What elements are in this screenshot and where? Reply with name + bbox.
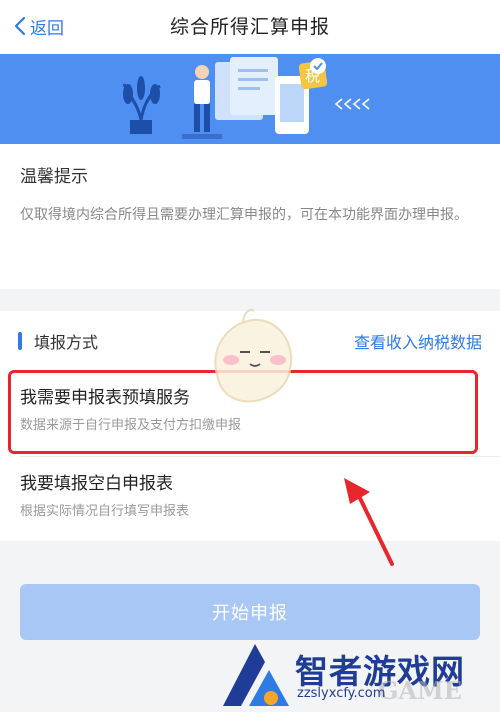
- tax-badge-icon: 税: [298, 58, 328, 90]
- divider: [20, 456, 500, 457]
- chevron-arrows-icon: [334, 98, 370, 110]
- section-accent-bar: [18, 332, 22, 350]
- banner-illustration: 税: [0, 54, 500, 144]
- banner-art: 税: [122, 57, 370, 139]
- start-filing-button[interactable]: 开始申报: [20, 584, 480, 640]
- mascot-sticker-icon: [214, 309, 293, 403]
- watermark-logo-icon: [223, 644, 289, 706]
- document-stack-icon: [215, 57, 278, 120]
- watermark-url: zzslyxcfy.com: [297, 686, 386, 701]
- nav-bar: 返回 综合所得汇算申报: [0, 0, 500, 54]
- tip-text: 仅取得境内综合所得且需要办理汇算申报的，可在本功能界面办理申报。: [20, 207, 468, 223]
- option-subtitle: 根据实际情况自行填写申报表: [20, 504, 190, 519]
- view-income-tax-data-link[interactable]: 查看收入纳税数据: [354, 329, 482, 353]
- watermark-game: GAME: [378, 676, 462, 705]
- option-title: 我要填报空白申报表: [20, 474, 173, 494]
- option-blank-form[interactable]: 我要填报空白申报表 根据实际情况自行填写申报表: [0, 469, 500, 547]
- plant-icon: [122, 76, 161, 134]
- page-title: 综合所得汇算申报: [169, 16, 330, 38]
- tip-title: 温馨提示: [20, 167, 88, 187]
- tip-section: 温馨提示 仅取得境内综合所得且需要办理汇算申报的，可在本功能界面办理申报。: [0, 144, 500, 289]
- annotation-arrow-icon: [344, 478, 394, 566]
- method-section-label: 填报方式: [34, 333, 99, 352]
